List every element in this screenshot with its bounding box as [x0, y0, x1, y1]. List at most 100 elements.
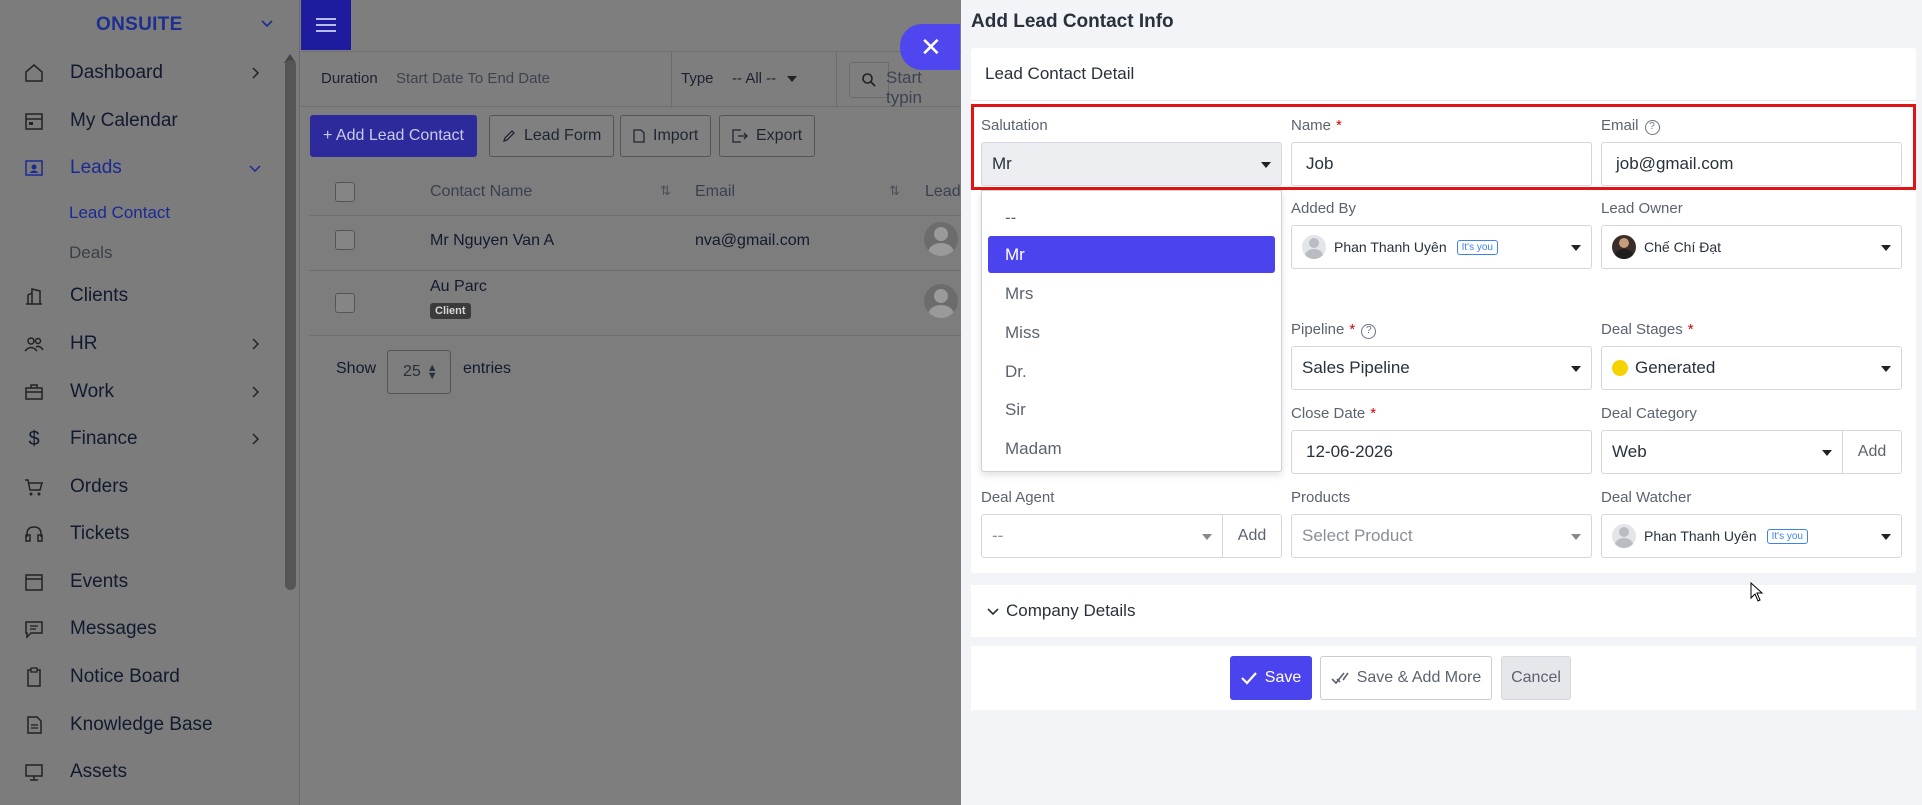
- menu-toggle-button[interactable]: [301, 0, 351, 50]
- sidebar-item-label: Clients: [70, 285, 129, 306]
- duration-label: Duration: [321, 70, 378, 87]
- sidebar-item-clients[interactable]: Clients: [0, 274, 285, 318]
- sidebar-item-label: Messages: [70, 618, 157, 639]
- sort-icon[interactable]: ⇅: [889, 183, 900, 199]
- brand-header[interactable]: ONSUITE: [0, 0, 300, 50]
- deal-stages-label-text: Deal Stages: [1601, 321, 1683, 338]
- chevron-right-icon: [252, 433, 260, 445]
- row-checkbox[interactable]: [335, 293, 355, 313]
- sidebar-item-leads[interactable]: Leads: [0, 146, 285, 190]
- cart-icon: [22, 475, 46, 499]
- salutation-option-selected[interactable]: Mr: [988, 236, 1275, 273]
- briefcase-icon: [22, 380, 46, 404]
- added-by-select[interactable]: Phan Thanh Uyên It's you: [1291, 225, 1592, 269]
- export-label: Export: [756, 127, 803, 144]
- add-category-button[interactable]: Add: [1843, 430, 1902, 474]
- import-button[interactable]: Import: [620, 115, 712, 157]
- sidebar-item-label: Dashboard: [70, 62, 163, 83]
- avatar: [1302, 235, 1326, 259]
- sidebar-item-hr[interactable]: HR: [0, 322, 285, 366]
- type-select[interactable]: -- All --: [732, 70, 776, 87]
- save-and-add-more-button[interactable]: Save & Add More: [1320, 656, 1492, 700]
- pipeline-label-text: Pipeline: [1291, 321, 1345, 338]
- cancel-button[interactable]: Cancel: [1501, 656, 1571, 700]
- dollar-icon: $: [28, 427, 40, 450]
- salutation-option[interactable]: Madam: [988, 430, 1275, 467]
- help-icon[interactable]: ?: [1361, 324, 1377, 339]
- sort-icon[interactable]: ⇅: [660, 183, 671, 199]
- check-icon: [1240, 672, 1257, 685]
- sidebar-subitem-lead-contact[interactable]: Lead Contact: [69, 203, 170, 223]
- salutation-option[interactable]: Dr.: [988, 353, 1275, 390]
- add-lead-contact-button[interactable]: + Add Lead Contact: [310, 115, 477, 157]
- row-checkbox[interactable]: [335, 230, 355, 250]
- close-panel-button[interactable]: ✕: [900, 24, 960, 70]
- deal-agent-select[interactable]: --: [981, 514, 1223, 558]
- pipeline-label: Pipeline *?: [1291, 321, 1377, 339]
- added-by-value: Phan Thanh Uyên: [1334, 239, 1447, 255]
- chevron-down-icon: [987, 608, 999, 616]
- sidebar-item-assets[interactable]: Assets: [0, 750, 285, 794]
- sidebar-item-finance[interactable]: $ Finance: [0, 417, 285, 461]
- salutation-option[interactable]: Miss: [988, 314, 1275, 351]
- salutation-option[interactable]: Sir: [988, 391, 1275, 428]
- lead-form-button[interactable]: Lead Form: [489, 115, 615, 157]
- export-button[interactable]: Export: [719, 115, 816, 157]
- select-all-checkbox[interactable]: [335, 182, 355, 202]
- column-header-email[interactable]: Email: [695, 183, 735, 201]
- save-button[interactable]: Save: [1230, 656, 1312, 700]
- sidebar-item-label: HR: [70, 333, 98, 354]
- chevron-down-icon[interactable]: [260, 16, 274, 30]
- sidebar-scrollbar[interactable]: [285, 60, 296, 590]
- lead-owner-label: Lead Owner: [1601, 200, 1683, 217]
- mouse-cursor-icon: [1750, 582, 1764, 602]
- sidebar-item-label: Assets: [70, 761, 128, 782]
- salutation-option[interactable]: --: [988, 199, 1275, 236]
- contact-name-cell[interactable]: Mr Nguyen Van A: [430, 232, 554, 250]
- sidebar: ONSUITE Dashboard My Calendar Leads Lead…: [0, 0, 300, 805]
- sidebar-item-tickets[interactable]: Tickets: [0, 512, 285, 556]
- cancel-label: Cancel: [1511, 669, 1561, 686]
- deal-watcher-value: Phan Thanh Uyên: [1644, 528, 1757, 544]
- close-date-field[interactable]: 12-06-2026: [1291, 430, 1592, 474]
- sidebar-subitem-deals[interactable]: Deals: [69, 243, 112, 263]
- sidebar-item-label: Events: [70, 571, 129, 592]
- deal-category-select[interactable]: Web: [1601, 430, 1843, 474]
- avatar: [924, 284, 958, 318]
- sidebar-item-knowledge-base[interactable]: Knowledge Base: [0, 703, 285, 747]
- chevron-right-icon: [252, 338, 260, 350]
- deal-watcher-select[interactable]: Phan Thanh Uyên It's you: [1601, 514, 1902, 558]
- panel-title: Add Lead Contact Info: [971, 11, 1174, 32]
- salutation-option[interactable]: Mrs: [988, 275, 1275, 312]
- chevron-right-icon: [252, 386, 260, 398]
- sidebar-item-my-calendar[interactable]: My Calendar: [0, 99, 285, 143]
- column-header-lead[interactable]: Lead: [925, 183, 961, 201]
- events-calendar-icon: [22, 570, 46, 594]
- company-details-section[interactable]: Company Details: [971, 585, 1916, 637]
- sidebar-item-work[interactable]: Work: [0, 370, 285, 414]
- add-agent-button[interactable]: Add: [1223, 514, 1282, 558]
- sidebar-item-label: Work: [70, 381, 114, 402]
- save-label: Save: [1264, 669, 1302, 686]
- sidebar-item-orders[interactable]: Orders: [0, 465, 285, 509]
- search-input[interactable]: Start typin: [886, 68, 961, 108]
- products-select[interactable]: Select Product: [1291, 514, 1592, 558]
- sidebar-item-dashboard[interactable]: Dashboard: [0, 51, 285, 95]
- form-actions: Save Save & Add More Cancel: [971, 646, 1916, 710]
- sidebar-item-notice-board[interactable]: Notice Board: [0, 655, 285, 699]
- duration-picker[interactable]: Start Date To End Date: [396, 70, 550, 87]
- deal-stages-select[interactable]: Generated: [1601, 346, 1902, 390]
- pipeline-select[interactable]: Sales Pipeline: [1291, 346, 1592, 390]
- pencil-icon: [502, 130, 515, 143]
- close-date-value: 12-06-2026: [1306, 442, 1393, 461]
- entries-select[interactable]: 25 ▲ ▼: [387, 350, 451, 394]
- lead-owner-select[interactable]: Chế Chí Đạt: [1601, 225, 1902, 269]
- sidebar-item-messages[interactable]: Messages: [0, 607, 285, 651]
- import-label: Import: [653, 127, 699, 144]
- show-label: Show: [336, 360, 377, 377]
- contact-name-cell[interactable]: Au Parc: [430, 278, 487, 296]
- search-icon[interactable]: [849, 62, 889, 98]
- sidebar-item-events[interactable]: Events: [0, 560, 285, 604]
- column-header-contact-name[interactable]: Contact Name: [430, 183, 532, 201]
- avatar: [1612, 235, 1636, 259]
